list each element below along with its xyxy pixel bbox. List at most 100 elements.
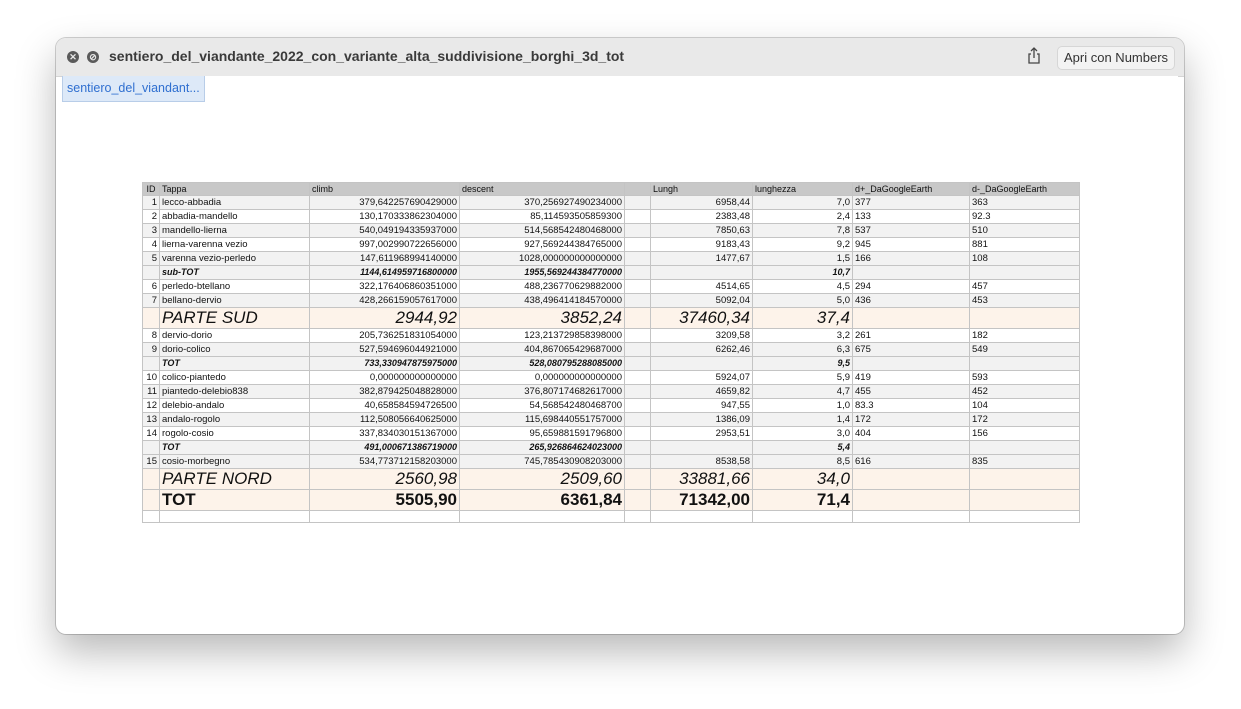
table-cell[interactable] <box>852 510 970 523</box>
table-cell[interactable]: 404 <box>852 426 970 441</box>
table-cell[interactable]: 7850,63 <box>650 223 753 238</box>
table-cell[interactable]: 745,785430908203000 <box>459 454 625 469</box>
table-cell[interactable]: 11 <box>142 384 160 399</box>
table-cell[interactable]: 172 <box>852 412 970 427</box>
table-cell[interactable] <box>624 223 651 238</box>
table-cell[interactable]: 172 <box>969 412 1080 427</box>
table-cell[interactable]: 9183,43 <box>650 237 753 252</box>
table-cell[interactable]: 1386,09 <box>650 412 753 427</box>
table-cell[interactable]: 4514,65 <box>650 279 753 294</box>
table-cell[interactable]: 6,3 <box>752 342 853 357</box>
table-cell[interactable] <box>969 440 1080 455</box>
table-cell[interactable]: 2383,48 <box>650 209 753 224</box>
table-cell[interactable] <box>624 489 651 511</box>
table-cell[interactable]: 5,9 <box>752 370 853 385</box>
table-cell[interactable]: dervio-dorio <box>159 328 310 343</box>
table-cell[interactable]: 2 <box>142 209 160 224</box>
table-cell[interactable]: 5 <box>142 251 160 266</box>
table-cell[interactable] <box>624 370 651 385</box>
table-cell[interactable]: 95,659881591796800 <box>459 426 625 441</box>
table-cell[interactable]: 205,736251831054000 <box>309 328 460 343</box>
table-cell[interactable] <box>852 307 970 329</box>
table-cell[interactable]: 83.3 <box>852 398 970 413</box>
table-cell[interactable] <box>142 489 160 511</box>
table-cell[interactable]: 428,266159057617000 <box>309 293 460 308</box>
column-header[interactable]: climb <box>309 182 460 196</box>
table-cell[interactable]: lecco-abbadia <box>159 195 310 210</box>
table-cell[interactable]: TOT <box>159 489 310 511</box>
table-cell[interactable]: sub-TOT <box>159 265 310 280</box>
table-cell[interactable]: 5924,07 <box>650 370 753 385</box>
table-cell[interactable]: 455 <box>852 384 970 399</box>
table-cell[interactable]: 8 <box>142 328 160 343</box>
table-cell[interactable] <box>142 307 160 329</box>
table-cell[interactable]: 1,0 <box>752 398 853 413</box>
table-cell[interactable]: 3852,24 <box>459 307 625 329</box>
table-cell[interactable]: 997,002990722656000 <box>309 237 460 252</box>
table-cell[interactable] <box>309 510 460 523</box>
table-cell[interactable]: 488,236770629882000 <box>459 279 625 294</box>
table-cell[interactable]: 9 <box>142 342 160 357</box>
table-cell[interactable] <box>650 356 753 371</box>
table-cell[interactable]: 54,568542480468700 <box>459 398 625 413</box>
table-cell[interactable] <box>752 510 853 523</box>
table-cell[interactable]: 85,114593505859300 <box>459 209 625 224</box>
table-cell[interactable]: 1028,000000000000000 <box>459 251 625 266</box>
table-cell[interactable]: 12 <box>142 398 160 413</box>
table-cell[interactable]: 528,080795288085000 <box>459 356 625 371</box>
table-cell[interactable]: 835 <box>969 454 1080 469</box>
table-cell[interactable] <box>969 489 1080 511</box>
table-cell[interactable]: 40,658584594726500 <box>309 398 460 413</box>
table-cell[interactable]: rogolo-cosio <box>159 426 310 441</box>
table-cell[interactable]: 1477,67 <box>650 251 753 266</box>
table-cell[interactable] <box>142 265 160 280</box>
table-cell[interactable]: cosio-morbegno <box>159 454 310 469</box>
table-cell[interactable]: 549 <box>969 342 1080 357</box>
table-cell[interactable] <box>624 426 651 441</box>
table-cell[interactable]: 453 <box>969 293 1080 308</box>
table-cell[interactable]: 37,4 <box>752 307 853 329</box>
table-cell[interactable] <box>624 251 651 266</box>
table-cell[interactable]: 2509,60 <box>459 468 625 490</box>
column-header[interactable]: lunghezza <box>752 182 853 196</box>
table-cell[interactable]: 540,049194335937000 <box>309 223 460 238</box>
table-cell[interactable] <box>624 265 651 280</box>
table-cell[interactable] <box>650 510 753 523</box>
table-cell[interactable]: 419 <box>852 370 970 385</box>
table-cell[interactable]: 370,256927490234000 <box>459 195 625 210</box>
table-cell[interactable]: 5505,90 <box>309 489 460 511</box>
table-cell[interactable]: 37460,34 <box>650 307 753 329</box>
table-cell[interactable]: 404,867065429687000 <box>459 342 625 357</box>
table-cell[interactable]: 6262,46 <box>650 342 753 357</box>
table-cell[interactable] <box>624 279 651 294</box>
table-cell[interactable]: 1955,569244384770000 <box>459 265 625 280</box>
table-cell[interactable]: 927,569244384765000 <box>459 237 625 252</box>
table-cell[interactable]: 1 <box>142 195 160 210</box>
table-cell[interactable]: 92.3 <box>969 209 1080 224</box>
table-cell[interactable] <box>159 510 310 523</box>
table-cell[interactable]: PARTE SUD <box>159 307 310 329</box>
table-cell[interactable] <box>650 440 753 455</box>
table-cell[interactable]: 1,4 <box>752 412 853 427</box>
table-cell[interactable]: 33881,66 <box>650 468 753 490</box>
table-cell[interactable]: 5092,04 <box>650 293 753 308</box>
table-cell[interactable] <box>969 307 1080 329</box>
table-cell[interactable] <box>142 356 160 371</box>
column-header[interactable]: descent <box>459 182 625 196</box>
table-cell[interactable] <box>852 489 970 511</box>
table-cell[interactable] <box>624 454 651 469</box>
table-cell[interactable]: 616 <box>852 454 970 469</box>
table-cell[interactable]: 6361,84 <box>459 489 625 511</box>
table-cell[interactable] <box>624 195 651 210</box>
table-cell[interactable] <box>624 468 651 490</box>
table-cell[interactable]: 147,611968994140000 <box>309 251 460 266</box>
column-header[interactable]: d-_DaGoogleEarth <box>969 182 1080 196</box>
table-cell[interactable] <box>142 468 160 490</box>
table-cell[interactable]: 8538,58 <box>650 454 753 469</box>
table-cell[interactable]: 457 <box>969 279 1080 294</box>
table-cell[interactable]: 2944,92 <box>309 307 460 329</box>
table-cell[interactable]: 452 <box>969 384 1080 399</box>
table-cell[interactable] <box>459 510 625 523</box>
table-cell[interactable]: 3,2 <box>752 328 853 343</box>
table-cell[interactable]: 322,176406860351000 <box>309 279 460 294</box>
